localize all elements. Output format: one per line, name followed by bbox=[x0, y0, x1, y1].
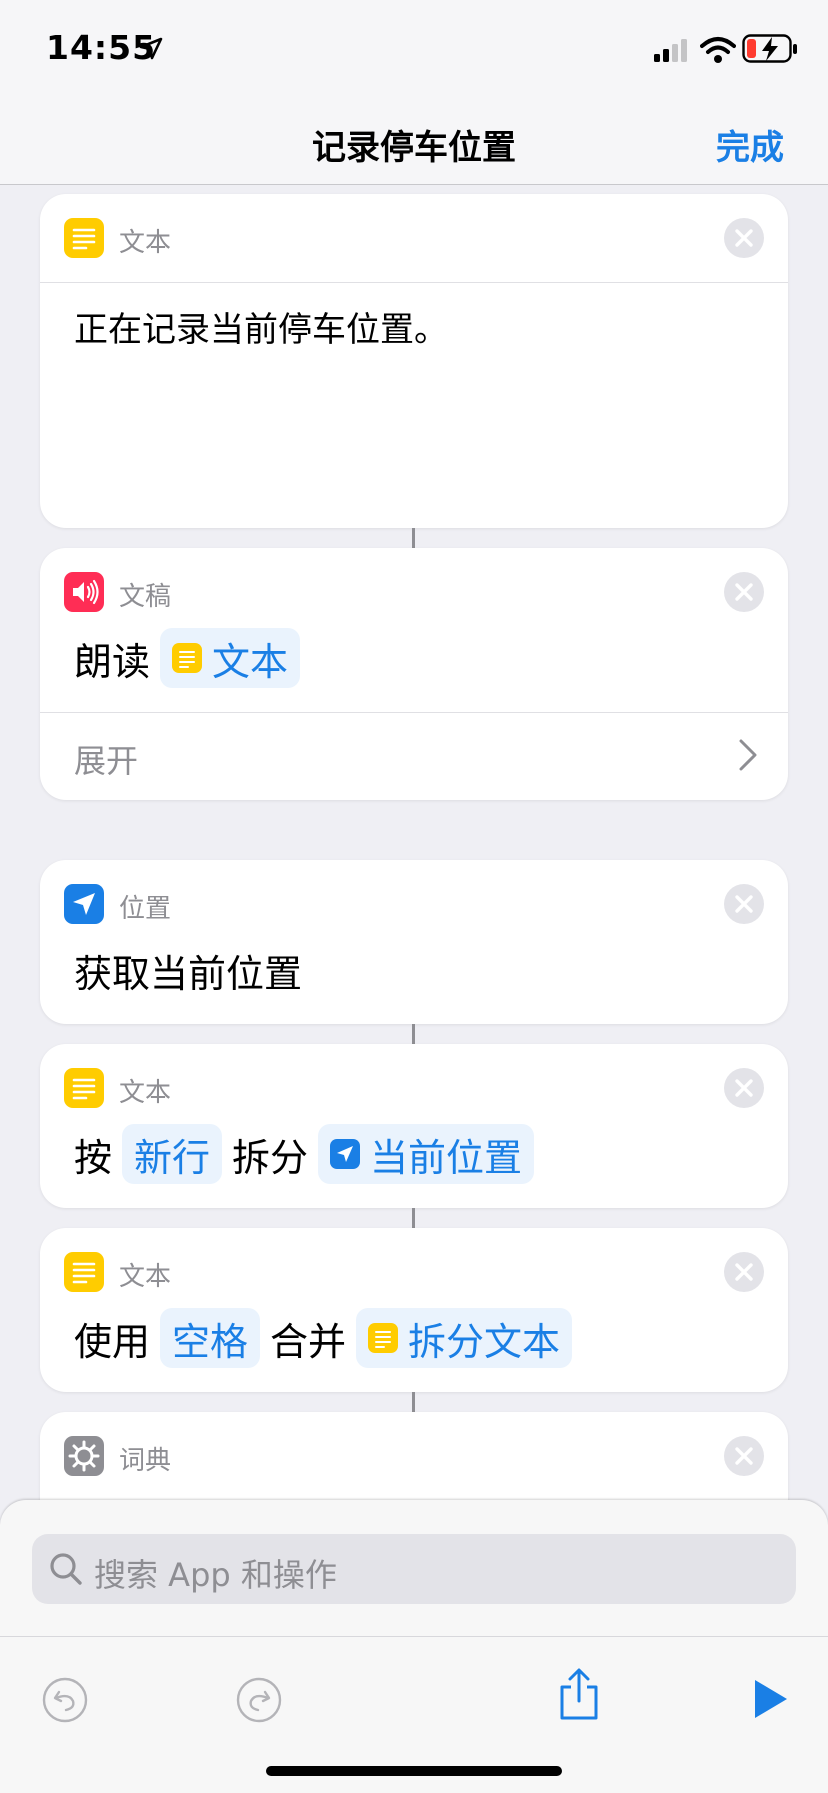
action-connector bbox=[412, 528, 415, 548]
status-bar: 14:55 bbox=[0, 0, 828, 90]
action-connector bbox=[412, 1024, 415, 1044]
action-app-label: 文稿 bbox=[119, 582, 172, 612]
action-app-label: 词典 bbox=[119, 1446, 172, 1476]
action-search-panel: 搜索 App 和操作 bbox=[0, 1500, 828, 1636]
close-icon bbox=[735, 229, 753, 247]
token-label: 空格 bbox=[172, 1319, 249, 1364]
close-icon bbox=[735, 1079, 753, 1097]
remove-action-button[interactable] bbox=[724, 1068, 764, 1108]
share-icon[interactable] bbox=[558, 1667, 600, 1721]
action-app-label: 位置 bbox=[119, 894, 172, 924]
variable-token-text[interactable]: 文本 bbox=[160, 628, 301, 688]
close-icon bbox=[735, 583, 753, 601]
search-icon bbox=[50, 1553, 82, 1585]
wifi-icon bbox=[700, 37, 736, 63]
remove-action-button[interactable] bbox=[724, 1436, 764, 1476]
remove-action-button[interactable] bbox=[724, 884, 764, 924]
separator-token[interactable]: 空格 bbox=[160, 1308, 261, 1368]
location-arrow-icon bbox=[64, 884, 104, 924]
remove-action-button[interactable] bbox=[724, 1252, 764, 1292]
search-input[interactable]: 搜索 App 和操作 bbox=[32, 1534, 796, 1604]
cellular-signal-icon bbox=[654, 39, 687, 62]
combine-text-action-card[interactable]: 文本 使用 空格 合并 拆分文本 bbox=[40, 1228, 788, 1392]
text-action-card[interactable]: 文本 正在记录当前停车位置。 bbox=[40, 194, 788, 528]
token-label: 当前位置 bbox=[370, 1135, 523, 1180]
speaker-icon bbox=[64, 572, 104, 612]
close-icon bbox=[735, 1447, 753, 1465]
action-verb: 使用 bbox=[74, 1319, 151, 1364]
action-app-label: 文本 bbox=[119, 1078, 172, 1108]
token-label: 拆分文本 bbox=[408, 1319, 561, 1364]
variable-token-current-location[interactable]: 当前位置 bbox=[318, 1124, 535, 1184]
play-icon[interactable] bbox=[752, 1677, 790, 1721]
remove-action-button[interactable] bbox=[724, 572, 764, 612]
location-arrow-icon bbox=[330, 1139, 361, 1169]
speak-action-card[interactable]: 文稿 朗读 文本 展开 bbox=[40, 548, 788, 800]
text-content-field[interactable]: 正在记录当前停车位置。 bbox=[74, 302, 448, 351]
split-text-action-card[interactable]: 文本 按 新行 拆分 当前位置 bbox=[40, 1044, 788, 1208]
expand-row[interactable]: 展开 bbox=[40, 712, 788, 800]
token-label: 新行 bbox=[134, 1135, 211, 1180]
action-parameters: 使用 空格 合并 拆分文本 bbox=[74, 1308, 582, 1368]
close-icon bbox=[735, 895, 753, 913]
text-icon bbox=[64, 1068, 104, 1108]
action-parameters: 按 新行 拆分 当前位置 bbox=[74, 1124, 544, 1184]
home-indicator bbox=[266, 1766, 562, 1776]
action-title: 获取当前位置 bbox=[74, 951, 303, 996]
page-title: 记录停车位置 bbox=[312, 128, 516, 168]
separator-token[interactable]: 新行 bbox=[122, 1124, 223, 1184]
action-verb: 朗读 bbox=[74, 639, 151, 684]
token-label: 文本 bbox=[212, 639, 289, 684]
redo-icon[interactable] bbox=[236, 1677, 282, 1723]
action-verb: 按 bbox=[74, 1135, 113, 1180]
search-placeholder: 搜索 App 和操作 bbox=[94, 1556, 337, 1594]
remove-action-button[interactable] bbox=[724, 218, 764, 258]
divider bbox=[40, 282, 788, 283]
gear-icon bbox=[64, 1436, 104, 1476]
undo-icon[interactable] bbox=[42, 1677, 88, 1723]
location-action-card[interactable]: 位置 获取当前位置 bbox=[40, 860, 788, 1024]
done-button[interactable]: 完成 bbox=[716, 120, 784, 169]
action-app-label: 文本 bbox=[119, 228, 172, 258]
action-connector bbox=[412, 1392, 415, 1412]
action-verb: 拆分 bbox=[232, 1135, 309, 1180]
location-services-icon bbox=[139, 37, 163, 60]
action-parameters: 朗读 文本 bbox=[74, 628, 310, 688]
action-connector bbox=[412, 1208, 415, 1228]
variable-token-split-text[interactable]: 拆分文本 bbox=[356, 1308, 573, 1368]
action-verb: 合并 bbox=[270, 1319, 347, 1364]
action-app-label: 文本 bbox=[119, 1262, 172, 1292]
text-icon bbox=[64, 218, 104, 258]
text-icon bbox=[64, 1252, 104, 1292]
chevron-right-icon bbox=[739, 739, 757, 771]
expand-label: 展开 bbox=[74, 742, 139, 780]
close-icon bbox=[735, 1263, 753, 1281]
battery-charging-icon bbox=[742, 34, 797, 63]
text-icon bbox=[368, 1323, 399, 1353]
navigation-bar: 记录停车位置 完成 bbox=[0, 90, 828, 185]
text-icon bbox=[172, 643, 203, 673]
